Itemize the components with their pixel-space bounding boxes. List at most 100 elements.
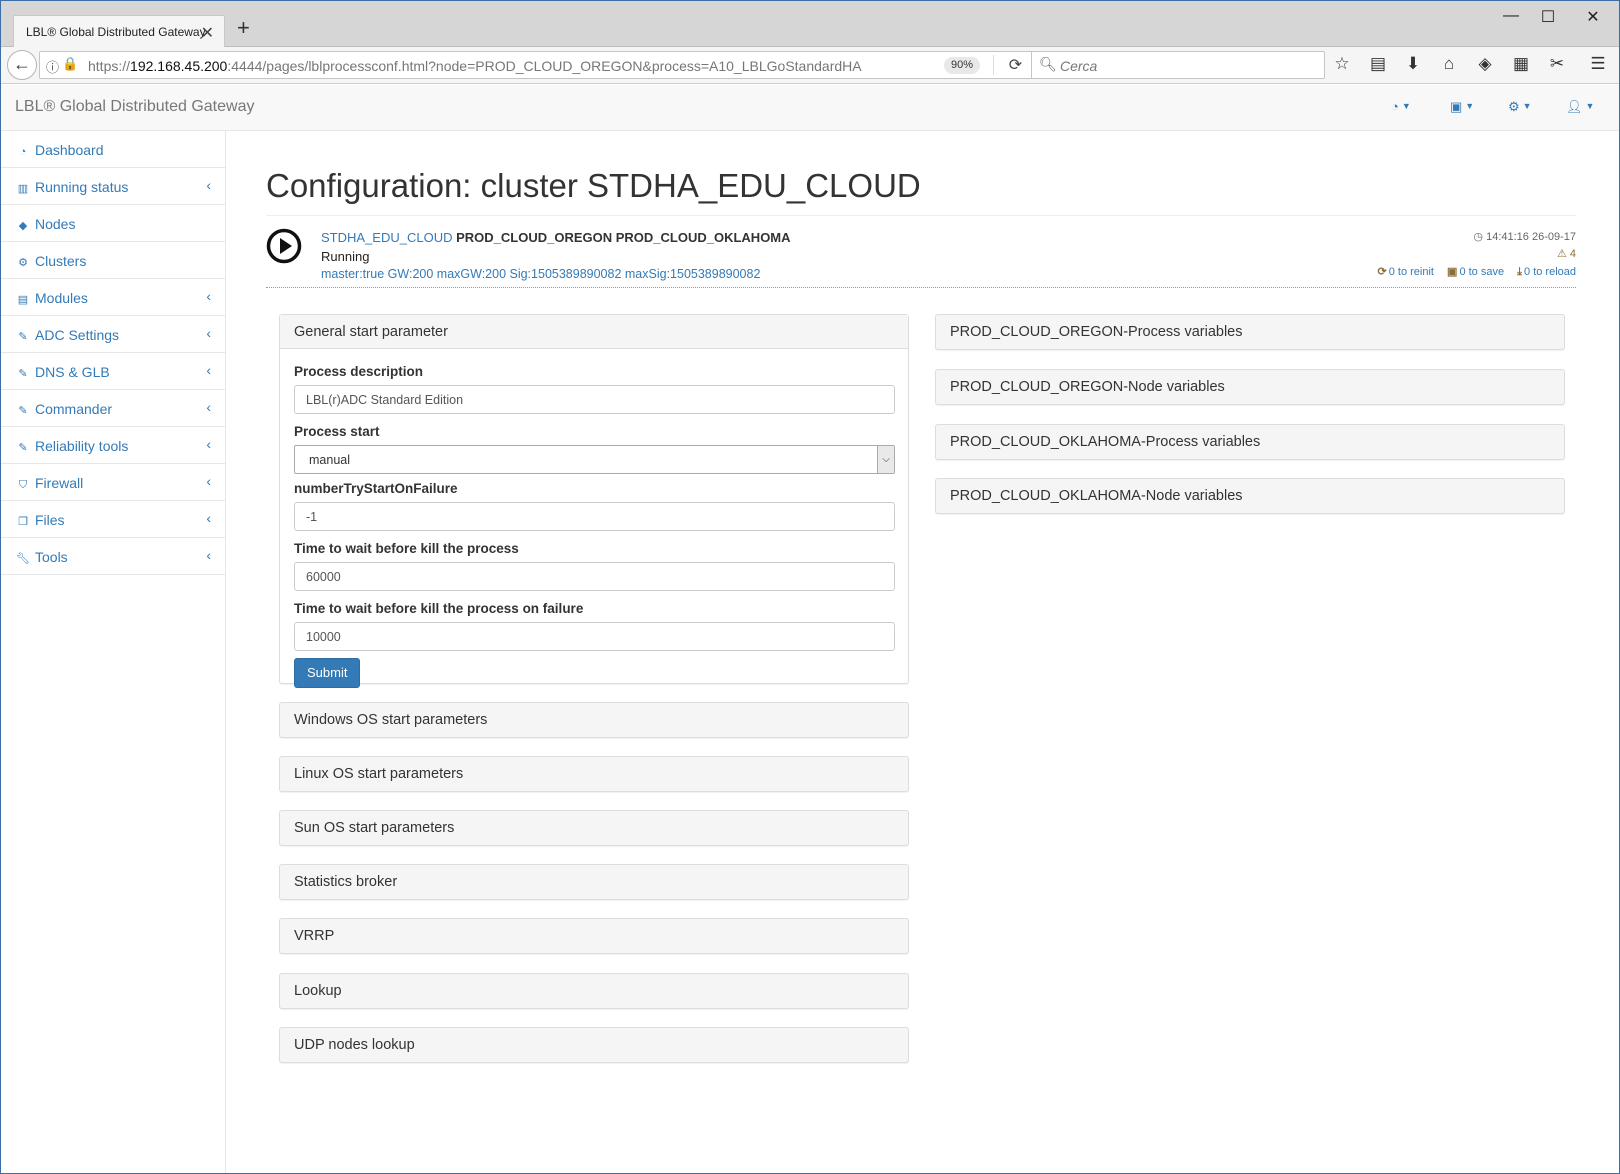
panel-oklahoma-node-vars[interactable]: PROD_CLOUD_OKLAHOMA-Node variables [935, 478, 1565, 514]
kill-wait-label: Time to wait before kill the process [294, 541, 519, 556]
close-tab-icon[interactable]: ✕ [201, 23, 214, 43]
menu-icon[interactable]: ☰ [1587, 54, 1609, 76]
download-icon[interactable]: ⬇ [1402, 54, 1424, 76]
pocket-icon[interactable]: ◈ [1474, 54, 1496, 76]
panel-sun-os[interactable]: Sun OS start parameters [279, 810, 909, 846]
panel-oregon-node-vars[interactable]: PROD_CLOUD_OREGON-Node variables [935, 369, 1565, 405]
panel-lookup[interactable]: Lookup [279, 973, 909, 1009]
app-header: LBL® Global Distributed Gateway ◔ ▼ ▣ ▼ ⚙ ▼… [1, 85, 1619, 131]
pending-actions: ⟳ 0 to reinit ▣ 0 to save ⤓ 0 to reload [1368, 265, 1577, 279]
panel-header[interactable]: PROD_CLOUD_OKLAHOMA-Process variables [936, 425, 1564, 459]
sidebar-item-firewall[interactable]: ⛉ Firewall ‹ [1, 464, 225, 501]
sidebar-item-dashboard[interactable]: ◔ Dashboard [1, 131, 225, 168]
sidebar-item-running-status[interactable]: ▥ Running status ‹ [1, 168, 225, 205]
cluster-line: STDHA_EDU_CLOUD PROD_CLOUD_OREGON PROD_C… [321, 230, 791, 245]
chevron-left-icon: ‹ [206, 362, 211, 378]
bookmarks-list-icon[interactable]: ▤ [1367, 54, 1389, 76]
search-icon: 🔍︎ [1039, 56, 1057, 72]
app-brand[interactable]: LBL® Global Distributed Gateway [15, 98, 254, 116]
panel-vrrp[interactable]: VRRP [279, 918, 909, 954]
home-icon[interactable]: ⌂ [1438, 54, 1460, 76]
wrench-icon: 🔧︎ [16, 553, 30, 565]
sidebar-item-label: Clusters [35, 253, 87, 269]
running-state: Running [321, 249, 370, 264]
cogs-icon: ⚙ [18, 257, 28, 269]
save-label: 0 to save [1459, 266, 1505, 278]
sidebar-item-clusters[interactable]: ⚙ Clusters [1, 242, 225, 279]
panel-statistics-broker[interactable]: Statistics broker [279, 864, 909, 900]
new-tab-icon[interactable]: + [237, 17, 250, 39]
panel-windows-os[interactable]: Windows OS start parameters [279, 702, 909, 738]
minimize-icon[interactable]: — [1496, 7, 1526, 29]
search-input[interactable]: 🔍︎ Cerca [1031, 51, 1325, 79]
sidebar-item-adc-settings[interactable]: ✎ ADC Settings ‹ [1, 316, 225, 353]
process-start-label: Process start [294, 424, 380, 439]
zoom-indicator[interactable]: 90% [944, 57, 980, 74]
panel-udp-nodes-lookup[interactable]: UDP nodes lookup [279, 1027, 909, 1063]
reload-label: 0 to reload [1524, 266, 1576, 278]
floppy-icon: ▣ [1450, 99, 1463, 114]
warnings-count[interactable]: ⚠ 4 [1557, 247, 1576, 260]
sidebar-item-files[interactable]: ❐ Files ‹ [1, 501, 225, 538]
panel-header[interactable]: PROD_CLOUD_OREGON-Node variables [936, 370, 1564, 404]
panel-header[interactable]: General start parameter [280, 315, 908, 349]
signature-info: master:true GW:200 maxGW:200 Sig:1505389… [321, 267, 761, 281]
screenshot-icon[interactable]: ✂ [1546, 54, 1568, 76]
panel-header[interactable]: Lookup [280, 974, 908, 1008]
bookmark-star-icon[interactable]: ☆ [1331, 54, 1353, 76]
sidebar-item-reliability-tools[interactable]: ✎ Reliability tools ‹ [1, 427, 225, 464]
address-bar[interactable]: ⓘ 🔒 https://192.168.45.200:4444/pages/lb… [39, 51, 1039, 79]
save-link[interactable]: ▣ 0 to save [1447, 266, 1504, 278]
window-close-icon[interactable]: ✕ [1578, 7, 1608, 29]
play-circle-icon[interactable] [266, 228, 302, 264]
sidebar-item-commander[interactable]: ✎ Commander ‹ [1, 390, 225, 427]
browser-navbar: ← ⓘ 🔒 https://192.168.45.200:4444/pages/… [1, 47, 1619, 84]
dashboard-dropdown[interactable]: ◔ ▼ [1391, 99, 1411, 114]
sidebar-item-tools[interactable]: 🔧︎ Tools ‹ [1, 538, 225, 575]
process-description-input[interactable] [294, 385, 895, 414]
maximize-icon[interactable]: ☐ [1533, 7, 1563, 29]
panel-header[interactable]: PROD_CLOUD_OKLAHOMA-Node variables [936, 479, 1564, 513]
panel-linux-os[interactable]: Linux OS start parameters [279, 756, 909, 792]
browser-tab[interactable]: LBL® Global Distributed Gateway ✕ [13, 15, 225, 48]
edit-icon: ✎ [18, 331, 28, 343]
url-host: 192.168.45.200 [130, 58, 228, 74]
info-icon[interactable]: ⓘ [46, 57, 59, 76]
insecure-lock-icon[interactable]: 🔒 [62, 56, 78, 72]
panel-header[interactable]: UDP nodes lookup [280, 1028, 908, 1062]
panel-header[interactable]: Sun OS start parameters [280, 811, 908, 845]
reload-link[interactable]: ⤓ 0 to reload [1517, 266, 1576, 278]
sidebar-item-label: Nodes [35, 216, 76, 232]
process-start-select[interactable]: manual ⌵ [294, 445, 895, 474]
sidebar-item-nodes[interactable]: ◆ Nodes [1, 205, 225, 242]
caret-down-icon: ▼ [1522, 101, 1532, 111]
back-icon[interactable]: ← [7, 50, 37, 80]
panel-header[interactable]: PROD_CLOUD_OREGON-Process variables [936, 315, 1564, 349]
number-try-input[interactable] [294, 502, 895, 531]
panel-oklahoma-process-vars[interactable]: PROD_CLOUD_OKLAHOMA-Process variables [935, 424, 1565, 460]
save-dropdown[interactable]: ▣ ▼ [1450, 99, 1474, 115]
clock-icon: ◷ [1473, 231, 1484, 243]
cube-icon: ◆ [18, 220, 28, 232]
settings-dropdown[interactable]: ⚙ ▼ [1508, 99, 1532, 115]
cluster-link[interactable]: STDHA_EDU_CLOUD [321, 230, 452, 245]
submit-button[interactable]: Submit [294, 658, 361, 688]
bar-chart-icon: ▥ [17, 183, 29, 195]
extension-icon[interactable]: ▦ [1510, 54, 1532, 76]
panel-header[interactable]: Statistics broker [280, 865, 908, 899]
sidebar-item-modules[interactable]: ▤ Modules ‹ [1, 279, 225, 316]
reinit-link[interactable]: ⟳ 0 to reinit [1378, 266, 1434, 278]
panel-oregon-process-vars[interactable]: PROD_CLOUD_OREGON-Process variables [935, 314, 1565, 350]
cluster-nodes: PROD_CLOUD_OREGON PROD_CLOUD_OKLAHOMA [456, 230, 791, 245]
panel-header[interactable]: Linux OS start parameters [280, 757, 908, 791]
panel-header[interactable]: Windows OS start parameters [280, 703, 908, 737]
dashboard-icon: ◔ [1391, 99, 1399, 114]
timestamp: ◷ 14:41:16 26-09-17 [1473, 230, 1576, 243]
panel-header[interactable]: VRRP [280, 919, 908, 953]
sidebar-item-dns-glb[interactable]: ✎ DNS & GLB ‹ [1, 353, 225, 390]
page-title: Configuration: cluster STDHA_EDU_CLOUD [266, 167, 1576, 216]
kill-wait-failure-input[interactable] [294, 622, 895, 651]
kill-wait-input[interactable] [294, 562, 895, 591]
gear-icon: ⚙ [1508, 99, 1520, 114]
user-dropdown[interactable]: 👤︎ ▼ [1566, 99, 1594, 115]
